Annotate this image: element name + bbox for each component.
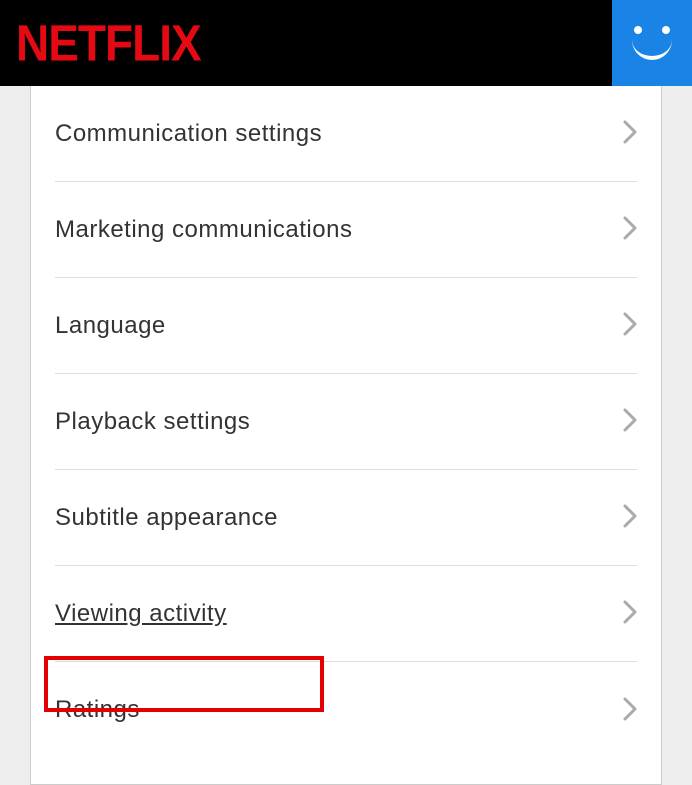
chevron-right-icon — [623, 595, 637, 632]
settings-label: Communication settings — [55, 120, 322, 148]
chevron-right-icon — [623, 307, 637, 344]
settings-label: Subtitle appearance — [55, 504, 278, 532]
settings-label: Playback settings — [55, 408, 250, 436]
chevron-right-icon — [623, 499, 637, 536]
settings-label: Language — [55, 312, 166, 340]
settings-item-language[interactable]: Language — [55, 278, 637, 374]
chevron-right-icon — [623, 115, 637, 152]
settings-label: Marketing communications — [55, 216, 352, 244]
settings-item-subtitle[interactable]: Subtitle appearance — [55, 470, 637, 566]
app-header: NETFLIX — [0, 0, 692, 86]
settings-card: Communication settings Marketing communi… — [30, 86, 662, 785]
settings-item-marketing[interactable]: Marketing communications — [55, 182, 637, 278]
settings-item-playback[interactable]: Playback settings — [55, 374, 637, 470]
settings-item-ratings[interactable]: Ratings — [55, 662, 637, 758]
settings-item-viewing-activity[interactable]: Viewing activity — [55, 566, 637, 662]
avatar-eye-icon — [634, 26, 642, 34]
netflix-logo[interactable]: NETFLIX — [16, 13, 201, 72]
avatar-smile-icon — [632, 40, 672, 60]
settings-label: Viewing activity — [55, 600, 227, 628]
avatar-eye-icon — [662, 26, 670, 34]
settings-label: Ratings — [55, 696, 140, 724]
chevron-right-icon — [623, 403, 637, 440]
profile-avatar[interactable] — [612, 0, 692, 86]
chevron-right-icon — [623, 692, 637, 729]
chevron-right-icon — [623, 211, 637, 248]
settings-item-communication[interactable]: Communication settings — [55, 86, 637, 182]
